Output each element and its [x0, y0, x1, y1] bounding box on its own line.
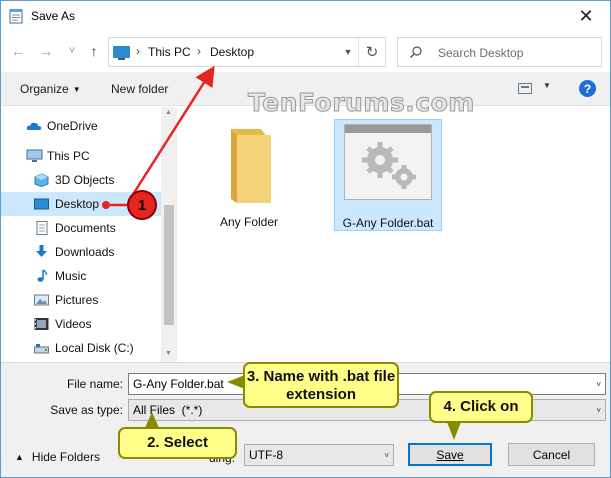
encoding-value: UTF-8: [249, 448, 283, 462]
sidebar-item-label: OneDrive: [47, 119, 98, 133]
scroll-up-icon[interactable]: ▲: [165, 109, 172, 116]
cloud-icon: [26, 122, 42, 130]
callout-name: 3. Name with .bat file extension: [243, 362, 399, 408]
up-arrow-icon: ↑: [90, 43, 98, 59]
scrollbar-thumb[interactable]: [164, 205, 174, 325]
help-button[interactable]: ?: [579, 80, 596, 97]
organize-label: Organize: [20, 82, 69, 96]
callout-click: 4. Click on: [429, 391, 533, 423]
chevron-right-icon: ›: [136, 44, 140, 58]
sidebar-scrollbar[interactable]: ▲ ▼: [161, 107, 177, 362]
file-item-selected[interactable]: G-Any Folder.bat: [334, 119, 442, 231]
sidebar-item-videos[interactable]: Videos: [1, 312, 161, 336]
close-button[interactable]: ✕: [563, 1, 609, 32]
step-badge-1: 1: [127, 190, 157, 220]
forward-button[interactable]: →: [37, 42, 55, 60]
navigation-bar: ← → ˅ ↑ › This PC › Desktop ▼ ↻ Search D…: [1, 32, 610, 72]
batch-file-icon: [344, 124, 432, 200]
save-button[interactable]: Save: [408, 443, 492, 466]
close-icon: ✕: [578, 6, 594, 26]
new-folder-button[interactable]: New folder: [111, 82, 168, 96]
search-box[interactable]: Search Desktop: [397, 37, 602, 67]
folder-icon: [231, 129, 271, 203]
back-arrow-icon: ←: [11, 43, 25, 59]
file-list: Any Folder G-Any Folder.bat: [178, 107, 610, 362]
chevron-down-icon: ˅: [384, 451, 389, 460]
chevron-right-icon: ›: [197, 44, 201, 58]
window-title: Save As: [31, 9, 76, 23]
address-bar[interactable]: › This PC › Desktop ▼ ↻: [108, 37, 386, 67]
search-placeholder: Search Desktop: [438, 46, 524, 60]
sidebar-item-label: This PC: [47, 149, 90, 163]
caret-up-icon: ▲: [15, 452, 24, 462]
title-bar: Save As ✕: [1, 1, 610, 32]
sidebar-item-label: Music: [55, 269, 87, 283]
hide-folders-label: Hide Folders: [31, 450, 100, 464]
scroll-down-icon[interactable]: ▼: [165, 350, 172, 357]
chevron-down-icon[interactable]: ˅: [596, 380, 601, 389]
search-icon: [410, 46, 422, 58]
sidebar-item-music[interactable]: Music: [1, 264, 161, 288]
sidebar-item-label: 3D Objects: [55, 173, 115, 187]
download-icon: [36, 245, 47, 257]
view-dropdown-button[interactable]: ▼: [543, 81, 551, 90]
back-button[interactable]: ←: [9, 42, 27, 60]
drive-icon: [34, 344, 49, 354]
desktop-icon: [34, 198, 49, 210]
video-icon: [34, 318, 49, 330]
callout-click-pointer: [447, 422, 461, 440]
document-icon: [36, 221, 48, 235]
breadcrumb-desktop[interactable]: Desktop: [210, 45, 254, 59]
navigation-pane: OneDrive This PC 3D Objects Desktop Docu…: [1, 107, 176, 362]
address-dropdown-button[interactable]: ▼: [338, 38, 358, 66]
encoding-select[interactable]: UTF-8 ˅: [244, 444, 394, 466]
chevron-down-icon: ˅: [596, 406, 601, 415]
cube-icon: [34, 173, 49, 187]
watermark: TenForums.com: [248, 88, 475, 118]
organize-button[interactable]: Organize ▼: [20, 82, 81, 96]
recent-locations-button[interactable]: ˅: [63, 42, 81, 60]
file-name-label: File name:: [66, 377, 123, 391]
sidebar-item-label: Local Disk (C:): [55, 341, 134, 355]
sidebar-item-onedrive[interactable]: OneDrive: [1, 114, 161, 138]
chevron-down-icon: ˅: [68, 45, 76, 57]
sidebar-item-this-pc[interactable]: This PC: [1, 144, 161, 168]
notepad-icon: [9, 9, 23, 24]
sidebar-item-label: Desktop: [55, 197, 100, 211]
callout-select-pointer: [145, 412, 159, 428]
save-type-value: All Files (*.*): [133, 403, 203, 417]
callout-select: 2. Select: [118, 427, 237, 459]
sidebar-item-documents[interactable]: Documents: [1, 216, 161, 240]
forward-arrow-icon: →: [39, 43, 53, 59]
file-name: Any Folder: [219, 215, 279, 229]
breadcrumb-this-pc[interactable]: This PC: [148, 45, 191, 59]
caret-down-icon: ▼: [72, 85, 81, 94]
sidebar-item-local-disk[interactable]: Local Disk (C:): [1, 336, 161, 360]
sidebar-item-label: Downloads: [55, 245, 115, 259]
save-type-label: Save as type:: [50, 403, 123, 417]
sidebar-item-label: Videos: [55, 317, 92, 331]
sidebar-item-label: Pictures: [55, 293, 99, 307]
hide-folders-button[interactable]: ▲ Hide Folders: [15, 450, 100, 464]
file-name-value: G-Any Folder.bat: [133, 377, 224, 391]
up-button[interactable]: ↑: [85, 42, 103, 60]
sidebar-item-label: Documents: [55, 221, 116, 235]
sidebar-item-3d-objects[interactable]: 3D Objects: [1, 168, 161, 192]
sidebar-item-pictures[interactable]: Pictures: [1, 288, 161, 312]
cancel-button[interactable]: Cancel: [508, 443, 595, 466]
view-options-icon[interactable]: [518, 83, 532, 94]
computer-icon: [26, 149, 43, 162]
refresh-icon: ↻: [365, 44, 379, 61]
sidebar-item-downloads[interactable]: Downloads: [1, 240, 161, 264]
picture-icon: [34, 294, 49, 306]
save-button-label: Save: [436, 447, 464, 462]
computer-icon: [113, 46, 130, 60]
file-name: G-Any Folder.bat: [342, 216, 434, 230]
music-icon: [37, 269, 47, 282]
refresh-button[interactable]: ↻: [358, 38, 385, 66]
file-item[interactable]: Any Folder: [198, 119, 300, 231]
